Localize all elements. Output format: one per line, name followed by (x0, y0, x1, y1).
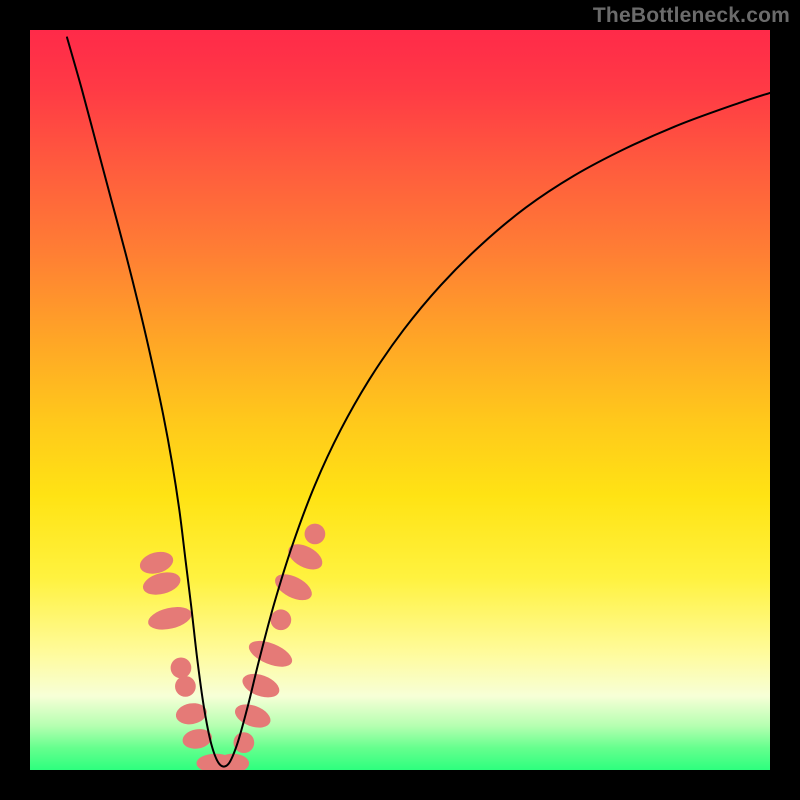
data-marker (232, 700, 274, 732)
data-marker (239, 669, 282, 702)
marker-group (137, 524, 326, 770)
data-marker (234, 732, 255, 753)
data-marker (271, 569, 316, 606)
data-marker (171, 658, 192, 679)
chart-frame: TheBottleneck.com (0, 0, 800, 800)
data-marker (245, 636, 295, 672)
watermark-text: TheBottleneck.com (593, 4, 790, 28)
data-marker (284, 539, 326, 575)
data-marker (140, 569, 183, 599)
data-marker (146, 603, 194, 633)
data-marker (305, 524, 326, 545)
chart-overlay-svg (30, 30, 770, 770)
bottleneck-curve (67, 37, 770, 766)
data-marker (271, 609, 292, 630)
plot-area (30, 30, 770, 770)
data-marker (175, 676, 196, 697)
